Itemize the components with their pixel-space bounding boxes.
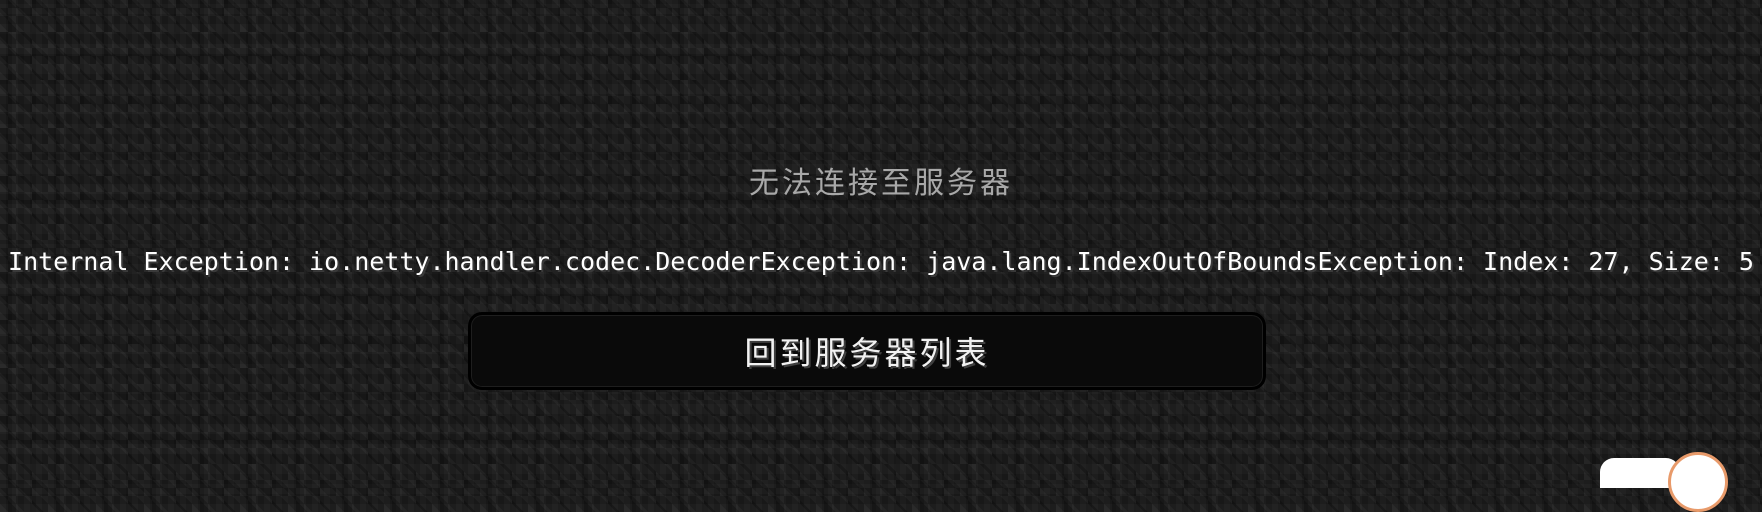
overlay-badge-icon: [1668, 452, 1728, 512]
disconnect-title: 无法连接至服务器: [749, 166, 1013, 201]
error-message: Internal Exception: io.netty.handler.cod…: [8, 247, 1754, 276]
back-to-server-list-button[interactable]: 回到服务器列表: [468, 312, 1266, 390]
back-button-label: 回到服务器列表: [744, 334, 990, 372]
